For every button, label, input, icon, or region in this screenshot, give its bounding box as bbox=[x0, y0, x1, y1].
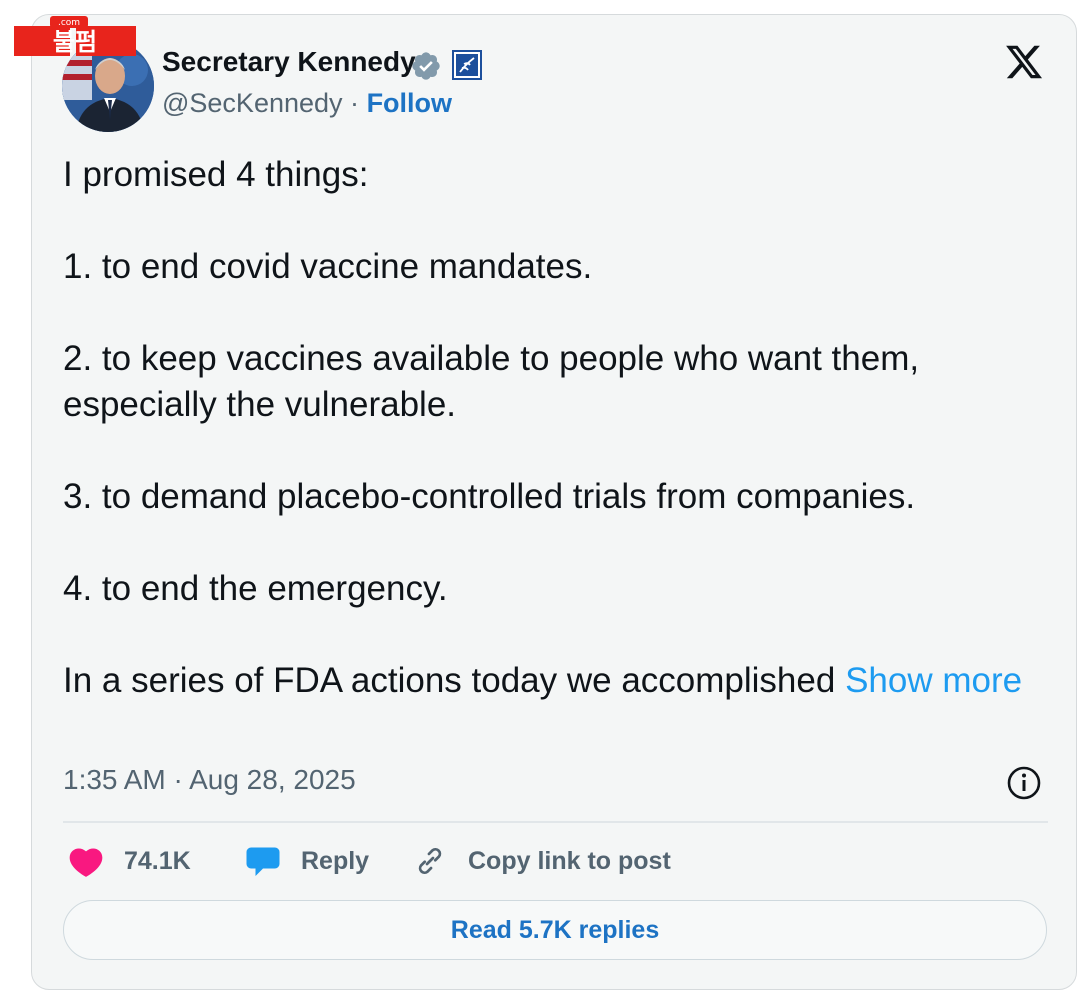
copy-link-button[interactable]: Copy link to post bbox=[412, 838, 671, 884]
watermark-dotcom: .com bbox=[58, 18, 80, 28]
post-paragraph: I promised 4 things: bbox=[63, 155, 369, 194]
follow-button[interactable]: Follow bbox=[367, 88, 452, 118]
heart-icon bbox=[69, 848, 103, 877]
show-more-link[interactable]: Show more bbox=[845, 661, 1022, 700]
truncated-text: In a series of FDA actions today we acco… bbox=[63, 661, 846, 700]
reply-label: Reply bbox=[301, 846, 370, 875]
like-count: 74.1K bbox=[124, 846, 191, 875]
hhs-affiliate-icon[interactable] bbox=[452, 50, 482, 80]
post-timestamp[interactable]: 1:35 AM · Aug 28, 2025 bbox=[63, 764, 356, 796]
link-icon bbox=[418, 847, 442, 875]
handle-row: @SecKennedy · Follow bbox=[162, 88, 452, 119]
post-paragraph: 1. to end covid vaccine mandates. bbox=[63, 247, 593, 286]
reply-button[interactable]: Reply bbox=[245, 838, 369, 884]
speech-bubble-icon bbox=[246, 847, 280, 876]
post-paragraph: 4. to end the emergency. bbox=[63, 569, 448, 608]
like-button[interactable]: 74.1K bbox=[68, 838, 191, 884]
author-name[interactable]: Secretary Kennedy bbox=[162, 46, 416, 78]
verified-badge-icon bbox=[412, 52, 440, 80]
watermark-text: 불펌 bbox=[53, 28, 97, 56]
post-paragraph: 2. to keep vaccines available to people … bbox=[63, 339, 920, 424]
post-text: I promised 4 things: 1. to end covid vac… bbox=[63, 152, 1023, 704]
action-bar: 74.1K Reply Copy link to post bbox=[63, 838, 1048, 884]
divider bbox=[63, 821, 1048, 823]
handle-separator: · bbox=[350, 88, 360, 118]
x-logo-icon[interactable] bbox=[1003, 42, 1045, 82]
copy-link-label: Copy link to post bbox=[468, 846, 671, 875]
author-handle[interactable]: @SecKennedy bbox=[162, 88, 343, 118]
watermark-logo: .com 불펌 bbox=[14, 16, 136, 56]
info-icon[interactable] bbox=[1006, 765, 1042, 801]
post-paragraph: 3. to demand placebo-controlled trials f… bbox=[63, 477, 916, 516]
read-replies-button[interactable]: Read 5.7K replies bbox=[63, 900, 1047, 960]
post-paragraph-truncated: In a series of FDA actions today we acco… bbox=[63, 658, 1023, 704]
